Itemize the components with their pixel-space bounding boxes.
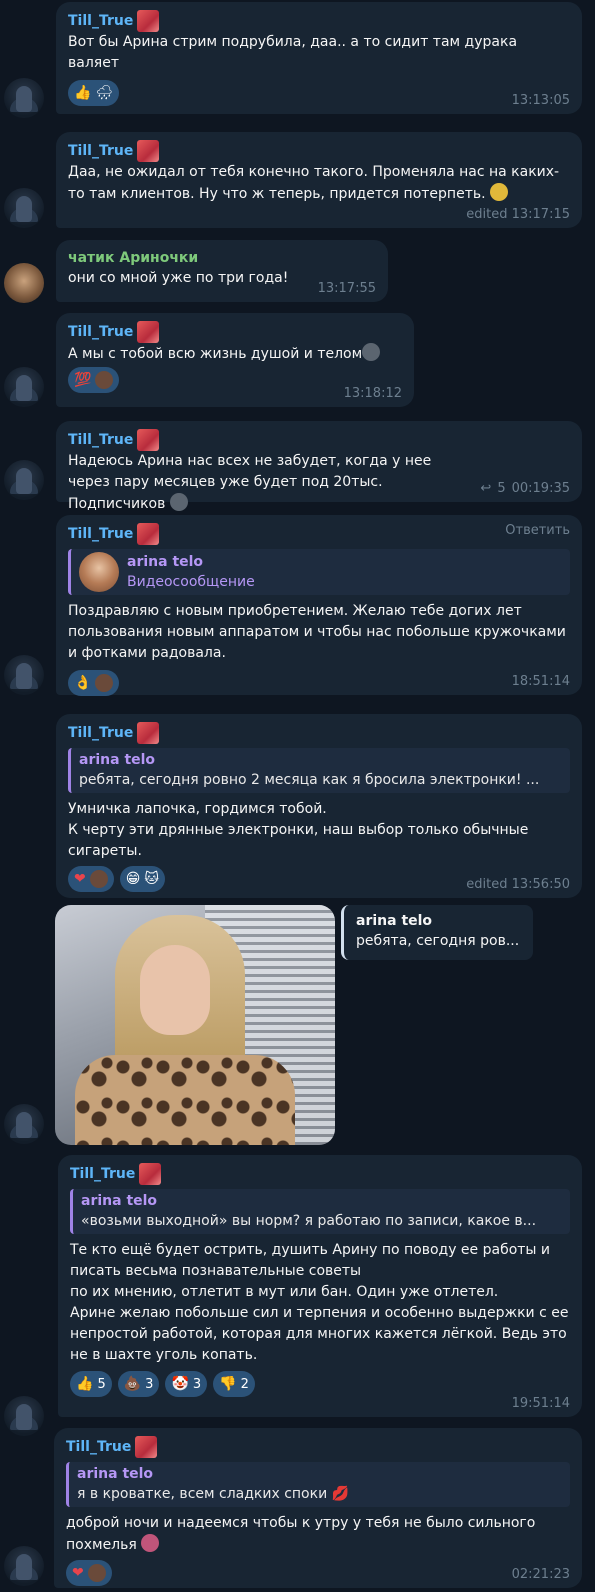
reactions: ❤: [66, 1560, 570, 1586]
author-name[interactable]: Till_True: [68, 10, 570, 32]
moon-emoji-icon: [362, 343, 381, 361]
avatar[interactable]: [4, 1546, 44, 1586]
reply-preview[interactable]: arina telo ребята, сегодня ров...: [341, 905, 533, 960]
reaction-clown[interactable]: 🤡 3: [165, 1371, 208, 1397]
moon-emoji-icon: [169, 493, 188, 511]
message-meta: ↩ 5 00:19:35: [480, 481, 570, 496]
message-time: 19:51:14: [511, 1396, 570, 1411]
reactor-avatar: [87, 1564, 106, 1582]
reaction-thumbs-up[interactable]: 👍 5: [70, 1371, 112, 1397]
author-name[interactable]: Till_True: [68, 722, 570, 744]
reaction-heart[interactable]: ❤: [66, 1560, 112, 1586]
author-name[interactable]: Till_True: [70, 1163, 570, 1185]
reply-preview-text: ребята, сегодня ров...: [356, 933, 520, 949]
message-text: доброй ночи и надеемся чтобы к утру у те…: [66, 1515, 536, 1553]
quote-text: я в кроватке, всем сладких споки 💋: [77, 1486, 350, 1502]
quote-author: arina telo: [127, 553, 204, 570]
reaction-thumbs-down[interactable]: 👎 2: [213, 1371, 255, 1397]
quoted-message[interactable]: arina telo ребята, сегодня ровно 2 месяц…: [68, 748, 570, 793]
author-badge-icon: [137, 140, 160, 162]
quote-author: arina telo: [77, 1466, 154, 1482]
reaction-heart[interactable]: ❤: [68, 866, 114, 892]
message-text: Даа, не ожидал от тебя конечно такого. П…: [68, 164, 560, 202]
reply-link[interactable]: Ответить: [505, 523, 570, 538]
reactor-avatar: [89, 870, 108, 888]
avatar[interactable]: [4, 367, 44, 407]
message-bubble[interactable]: Till_True arina telo «возьми выходной» в…: [58, 1155, 582, 1417]
message-time: 13:18:12: [343, 386, 402, 401]
sticker-emoji-icon: [141, 1534, 160, 1552]
message-bubble[interactable]: Till_True Вот бы Арина стрим подрубила, …: [56, 2, 582, 114]
quote-text: Видеосообщение: [127, 573, 255, 590]
message-time: 00:19:35: [511, 481, 570, 496]
quoted-message[interactable]: arina telo Видеосообщение: [68, 549, 570, 595]
author-badge-icon: [137, 10, 160, 32]
avatar[interactable]: [4, 188, 44, 228]
avatar[interactable]: [4, 1396, 44, 1436]
message-time: 13:17:55: [317, 281, 376, 296]
message-time: 13:13:05: [511, 93, 570, 108]
quote-text: «возьми выходной» вы норм? я работаю по …: [81, 1213, 537, 1229]
message-time: edited 13:17:15: [466, 207, 570, 222]
message-bubble[interactable]: Till_True А мы с тобой всю жизнь душой и…: [56, 313, 414, 407]
message-time: edited 13:56:50: [466, 877, 570, 892]
author-badge-icon: [137, 722, 160, 744]
message-text: Умничка лапочка, гордимся тобой. К черту…: [68, 801, 529, 859]
message-text: Те кто ещё будет острить, душить Арину п…: [70, 1242, 569, 1363]
message-bubble[interactable]: Till_True arina telo я в кроватке, всем …: [54, 1428, 582, 1588]
reply-count[interactable]: 5: [497, 481, 505, 496]
reply-preview-author: arina telo: [356, 913, 433, 929]
author-name[interactable]: Till_True: [66, 1436, 570, 1458]
reaction-ok[interactable]: 👌: [68, 670, 120, 696]
message-time: 18:51:14: [511, 674, 570, 689]
reactor-avatar: [95, 371, 114, 389]
avatar[interactable]: [4, 655, 44, 695]
quote-text: ребята, сегодня ровно 2 месяца как я бро…: [79, 772, 540, 788]
author-badge-icon: [137, 523, 160, 545]
avatar[interactable]: [4, 78, 44, 118]
author-badge-icon: [137, 321, 160, 343]
message-bubble[interactable]: Till_True arina telo ребята, сегодня ров…: [56, 714, 582, 898]
video-thumbnail: [79, 552, 119, 592]
author-badge-icon: [137, 429, 160, 451]
author-badge-icon: [135, 1436, 158, 1458]
author-name[interactable]: Till_True: [68, 523, 570, 545]
reactor-avatar: [95, 674, 114, 692]
quoted-message[interactable]: arina telo я в кроватке, всем сладких сп…: [66, 1462, 570, 1507]
reaction-poop[interactable]: 💩 3: [117, 1371, 160, 1397]
video-message[interactable]: [55, 905, 335, 1145]
author-badge-icon: [139, 1163, 162, 1185]
avatar[interactable]: [4, 460, 44, 500]
message-time: 02:21:23: [511, 1567, 570, 1582]
message-bubble[interactable]: Till_True Надеюсь Арина нас всех не забу…: [56, 421, 582, 512]
reaction-grin[interactable]: 😁 🐱: [119, 866, 165, 892]
message-bubble[interactable]: Till_True Ответить arina telo Видеосообще…: [56, 515, 582, 696]
message-text: А мы с тобой всю жизнь душой и телом: [68, 343, 402, 365]
avatar[interactable]: [4, 1104, 44, 1144]
message-bubble[interactable]: чатик Ариночки они со мной уже по три го…: [56, 240, 388, 302]
reaction-thumbs-up[interactable]: 👍 🌧: [68, 80, 120, 106]
reactions: 👍 5 💩 3 🤡 3 👎 2: [70, 1371, 570, 1397]
message-text: Вот бы Арина стрим подрубила, даа.. а то…: [68, 34, 518, 71]
message-bubble[interactable]: Till_True Даа, не ожидал от тебя конечно…: [56, 132, 582, 228]
reaction-hundred[interactable]: 💯: [68, 367, 120, 393]
reactions: 👍 🌧: [68, 80, 570, 106]
quoted-message[interactable]: arina telo «возьми выходной» вы норм? я …: [70, 1189, 570, 1234]
reactions: 👌: [68, 670, 570, 696]
laugh-emoji-icon: [490, 183, 509, 201]
author-name[interactable]: Till_True: [68, 140, 570, 162]
quote-author: arina telo: [79, 752, 156, 768]
author-name[interactable]: чатик Ариночки: [68, 248, 376, 268]
quote-author: arina telo: [81, 1193, 158, 1209]
author-name[interactable]: Till_True: [68, 321, 402, 343]
author-name[interactable]: Till_True: [68, 429, 570, 451]
message-text: Поздравляю с новым приобретением. Желаю …: [68, 603, 566, 661]
avatar[interactable]: [4, 263, 44, 303]
reply-arrow-icon: ↩: [480, 481, 492, 496]
